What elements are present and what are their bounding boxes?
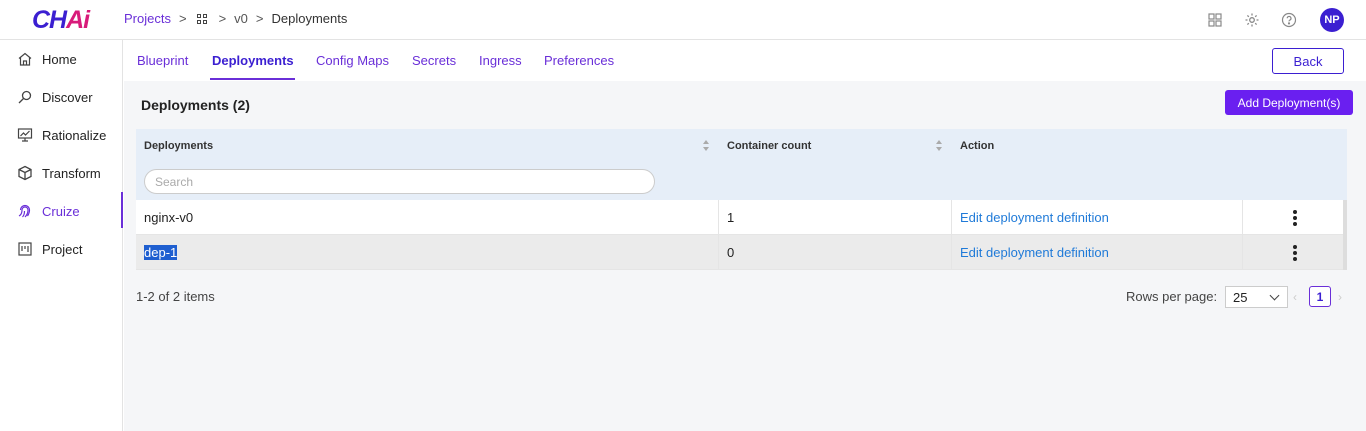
sidebar-item-cruize[interactable]: Cruize <box>0 192 123 230</box>
container-count-cell: 0 <box>719 235 952 270</box>
deployments-table: Deployments Container count Action nginx… <box>136 129 1347 270</box>
breadcrumb-current: Deployments <box>271 11 348 26</box>
sidebar-item-rationalize[interactable]: Rationalize <box>0 116 122 154</box>
breadcrumb-separator: > <box>255 11 264 26</box>
breadcrumb-separator: > <box>218 11 227 26</box>
tab-secrets[interactable]: Secrets <box>412 53 456 68</box>
tab-bar: Blueprint Deployments Config Maps Secret… <box>124 40 1366 81</box>
top-header: CHAi Projects > > v0 > Deployments NP <box>0 0 1366 40</box>
kebab-menu-icon[interactable] <box>1293 209 1297 226</box>
breadcrumb-version[interactable]: v0 <box>234 11 248 26</box>
chevron-down-icon <box>1269 290 1280 301</box>
avatar[interactable]: NP <box>1320 8 1344 32</box>
transform-icon <box>16 164 34 182</box>
sidebar-item-transform[interactable]: Transform <box>0 154 122 192</box>
tab-blueprint[interactable]: Blueprint <box>137 53 188 68</box>
search-input[interactable] <box>144 169 655 194</box>
add-deployment-button[interactable]: Add Deployment(s) <box>1225 90 1353 115</box>
tab-ingress[interactable]: Ingress <box>479 53 522 68</box>
tab-config-maps[interactable]: Config Maps <box>316 53 389 68</box>
item-count: 1-2 of 2 items <box>136 289 215 304</box>
page-number-button[interactable]: 1 <box>1309 286 1331 307</box>
sort-icon[interactable] <box>703 140 711 152</box>
next-page-icon[interactable]: › <box>1338 290 1342 304</box>
row-menu-button[interactable] <box>1243 235 1347 270</box>
sidebar-item-label: Project <box>42 241 83 257</box>
column-header-container-count[interactable]: Container count <box>727 140 811 152</box>
gear-icon[interactable] <box>1242 11 1261 30</box>
apps-grid-icon[interactable] <box>1205 11 1224 30</box>
row-menu-button[interactable] <box>1243 200 1347 235</box>
back-button[interactable]: Back <box>1272 48 1344 74</box>
edit-deployment-link[interactable]: Edit deployment definition <box>952 200 1243 235</box>
breadcrumb-separator: > <box>178 11 187 26</box>
sidebar-item-label: Transform <box>42 165 101 181</box>
grid-icon[interactable] <box>196 13 207 24</box>
tab-preferences[interactable]: Preferences <box>544 53 614 68</box>
rationalize-icon <box>16 126 34 144</box>
edit-deployment-link[interactable]: Edit deployment definition <box>952 235 1243 270</box>
rows-per-page-label: Rows per page: <box>1126 289 1218 304</box>
sidebar-item-label: Home <box>42 51 77 67</box>
help-icon[interactable] <box>1279 11 1298 30</box>
table-scrollbar[interactable] <box>1343 200 1347 270</box>
active-tab-indicator <box>210 78 295 80</box>
sidebar-item-label: Rationalize <box>42 127 107 143</box>
app-logo[interactable]: CHAi <box>32 6 90 35</box>
container-count-cell: 1 <box>719 200 952 235</box>
breadcrumb: Projects > > v0 > Deployments <box>124 11 347 26</box>
column-header-action: Action <box>960 140 995 152</box>
deployment-name-cell: nginx-v0 <box>136 200 719 235</box>
discover-icon <box>16 88 34 106</box>
sidebar-item-discover[interactable]: Discover <box>0 78 122 116</box>
column-header-deployments[interactable]: Deployments <box>144 140 213 152</box>
prev-page-icon[interactable]: ‹ <box>1293 290 1297 304</box>
sidebar-item-project[interactable]: Project <box>0 230 122 268</box>
table-row[interactable]: dep-1 0 Edit deployment definition <box>136 235 1347 270</box>
kebab-menu-icon[interactable] <box>1293 244 1297 261</box>
sidebar-item-home[interactable]: Home <box>0 40 122 78</box>
deployment-name-cell: dep-1 <box>136 235 719 270</box>
header-actions: NP <box>1205 8 1344 32</box>
page-title: Deployments (2) <box>141 97 250 113</box>
home-icon <box>16 50 34 68</box>
main-content: Blueprint Deployments Config Maps Secret… <box>124 40 1366 431</box>
rows-per-page-select[interactable]: 25 <box>1225 286 1288 308</box>
sort-icon[interactable] <box>936 140 944 152</box>
sidebar-item-label: Cruize <box>42 203 80 219</box>
tab-deployments[interactable]: Deployments <box>212 53 294 68</box>
sidebar: Home Discover Rationalize Transform Crui… <box>0 40 123 431</box>
breadcrumb-projects-link[interactable]: Projects <box>124 11 171 26</box>
sidebar-item-label: Discover <box>42 89 93 105</box>
cruize-icon <box>16 202 34 220</box>
table-row[interactable]: nginx-v0 1 Edit deployment definition <box>136 200 1347 235</box>
project-icon <box>16 240 34 258</box>
table-header: Deployments Container count Action <box>136 129 1347 200</box>
